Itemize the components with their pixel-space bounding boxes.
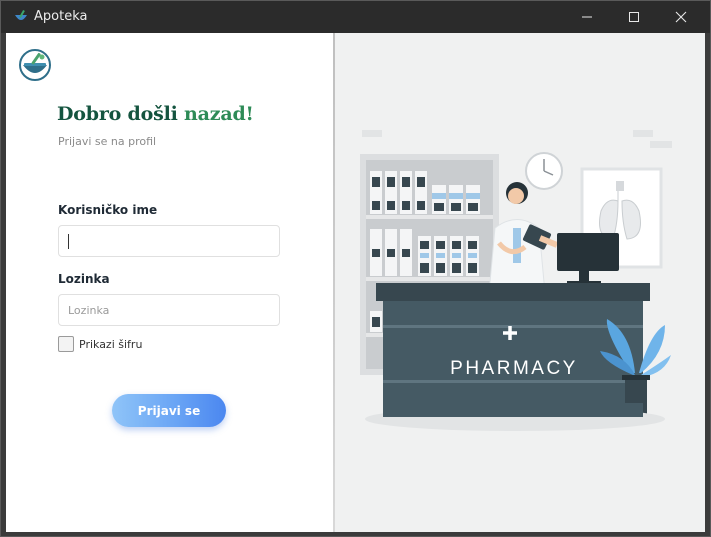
mortar-pestle-logo-icon (19, 49, 51, 81)
heading-part-2: nazad! (184, 103, 254, 125)
illustration-panel: PHARMACY (335, 33, 705, 532)
app-window: Apoteka Dobro došli nazad! Prijavi se na… (0, 0, 711, 537)
title-bar[interactable]: Apoteka (1, 1, 710, 33)
minimize-button[interactable] (564, 1, 610, 33)
pharmacy-illustration: PHARMACY (360, 130, 672, 431)
login-panel: Dobro došli nazad! Prijavi se na profil … (6, 33, 333, 532)
password-input[interactable]: Lozinka (58, 294, 280, 326)
pharmacy-sign: PHARMACY (450, 358, 578, 379)
password-placeholder: Lozinka (68, 303, 110, 317)
username-input[interactable] (58, 225, 280, 257)
text-caret (68, 233, 69, 249)
welcome-heading: Dobro došli nazad! (57, 103, 254, 125)
subtitle: Prijavi se na profil (58, 135, 157, 148)
close-icon (675, 11, 687, 23)
monitor-icon (557, 233, 619, 285)
clock-icon (525, 152, 563, 190)
show-password-row[interactable]: Prikazi šifru (58, 336, 142, 352)
window-title: Apoteka (34, 9, 88, 24)
heading-part-1: Dobro došli (57, 103, 185, 125)
show-password-label[interactable]: Prikazi šifru (79, 338, 142, 351)
login-button[interactable]: Prijavi se (112, 394, 226, 427)
show-password-checkbox[interactable] (58, 336, 74, 352)
app-icon (15, 10, 27, 20)
maximize-button[interactable] (611, 1, 657, 33)
username-label: Korisničko ime (58, 203, 158, 217)
maximize-icon (629, 12, 639, 22)
minimize-icon (582, 16, 592, 18)
password-label: Lozinka (58, 272, 110, 286)
close-button[interactable] (658, 1, 704, 33)
window-content: Dobro došli nazad! Prijavi se na profil … (6, 33, 705, 532)
